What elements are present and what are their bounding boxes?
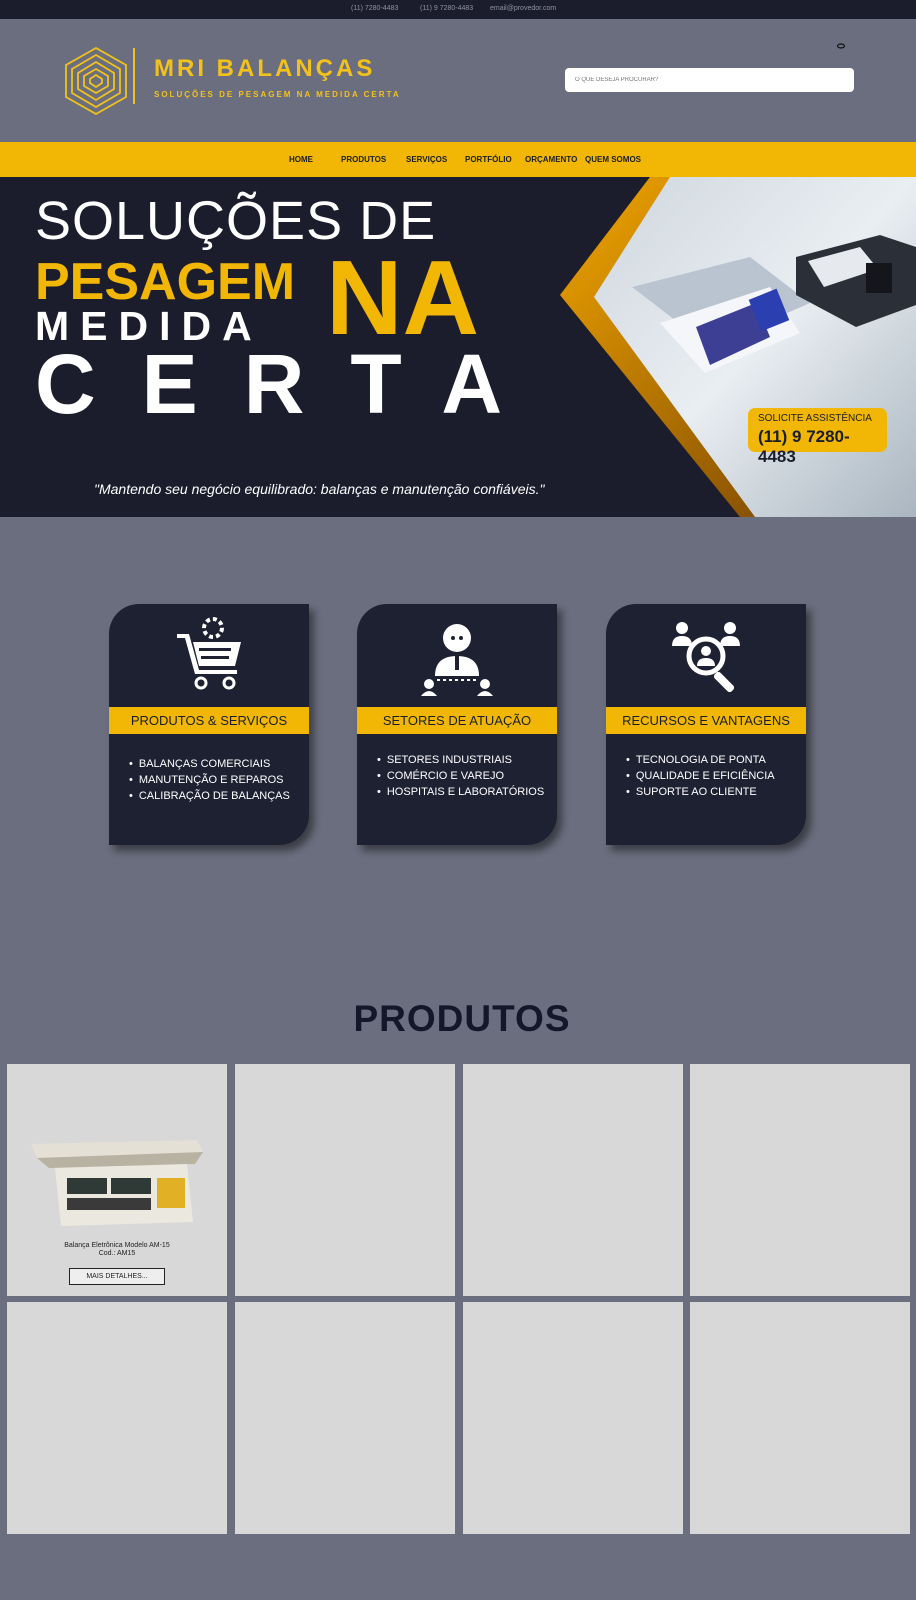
assistance-cta[interactable]: SOLICITE ASSISTÊNCIA (11) 9 7280-4483 — [748, 408, 887, 466]
nav-item-quem-somos[interactable]: QUEM SOMOS — [585, 155, 641, 164]
feature-card-recursos[interactable]: RECURSOS E VANTAGENS TECNOLOGIA DE PONTA… — [606, 604, 806, 845]
top-contact-bar: (11) 7280-4483 (11) 9 7280-4483 email@pr… — [0, 0, 916, 19]
product-card[interactable] — [690, 1302, 910, 1534]
card-title: SETORES DE ATUAÇÃO — [357, 707, 557, 734]
feature-card-produtos-servicos[interactable]: PRODUTOS & SERVIÇOS BALANÇAS COMERCIAIS … — [109, 604, 309, 845]
hero-quote: "Mantendo seu negócio equilibrado: balan… — [94, 481, 545, 497]
list-item: QUALIDADE E EFICIÊNCIA — [626, 770, 775, 786]
main-nav: HOME PRODUTOS SERVIÇOS PORTFÓLIO ORÇAMEN… — [0, 142, 916, 177]
product-card[interactable] — [235, 1064, 455, 1296]
search-input[interactable] — [565, 68, 854, 92]
nav-item-produtos[interactable]: PRODUTOS — [341, 155, 386, 164]
card-list: SETORES INDUSTRIAIS COMÉRCIO E VAREJO HO… — [377, 754, 544, 802]
cart-gear-icon — [169, 616, 249, 701]
product-scale-image — [27, 1134, 207, 1239]
products-section-title: PRODUTOS — [353, 998, 571, 1039]
brand-tagline: SOLUÇÕES DE PESAGEM NA MEDIDA CERTA — [154, 90, 401, 99]
assistance-phone: (11) 9 7280-4483 — [758, 427, 850, 466]
list-item: MANUTENÇÃO E REPAROS — [129, 774, 290, 790]
businessman-network-icon — [417, 616, 497, 701]
product-card[interactable] — [463, 1064, 683, 1296]
topbar-phone-2[interactable]: (11) 9 7280-4483 — [420, 5, 473, 12]
list-item: BALANÇAS COMERCIAIS — [129, 758, 290, 774]
list-item: SETORES INDUSTRIAIS — [377, 754, 544, 770]
card-title: RECURSOS E VANTAGENS — [606, 707, 806, 734]
topbar-email[interactable]: email@provedor.com — [490, 5, 556, 12]
product-card[interactable] — [690, 1064, 910, 1296]
nav-item-servicos[interactable]: SERVIÇOS — [406, 155, 447, 164]
nav-item-orcamento[interactable]: ORÇAMENTO — [525, 155, 577, 164]
product-name: Balança Eletrônica Modelo AM-15 — [64, 1242, 170, 1249]
nav-item-home[interactable]: HOME — [289, 155, 313, 164]
list-item: SUPORTE AO CLIENTE — [626, 786, 775, 802]
product-code: Cod.: AM15 — [98, 1250, 136, 1257]
product-card[interactable] — [7, 1302, 227, 1534]
product-details-button[interactable]: MAIS DETALHES... — [69, 1268, 165, 1285]
card-list: TECNOLOGIA DE PONTA QUALIDADE E EFICIÊNC… — [626, 754, 775, 802]
list-item: CALIBRAÇÃO DE BALANÇAS — [129, 790, 290, 806]
product-card[interactable] — [463, 1302, 683, 1534]
list-item: TECNOLOGIA DE PONTA — [626, 754, 775, 770]
feature-card-setores[interactable]: SETORES DE ATUAÇÃO SETORES INDUSTRIAIS C… — [357, 604, 557, 845]
site-header: MRI BALANÇAS SOLUÇÕES DE PESAGEM NA MEDI… — [0, 19, 916, 142]
brand-logo-icon[interactable] — [64, 46, 135, 121]
hero-headline-na: NA — [326, 239, 480, 357]
topbar-phone-1[interactable]: (11) 7280-4483 — [351, 5, 398, 12]
product-card[interactable] — [235, 1302, 455, 1534]
assistance-label: SOLICITE ASSISTÊNCIA — [758, 413, 872, 424]
brand-name: MRI BALANÇAS — [154, 55, 376, 82]
list-item: COMÉRCIO E VAREJO — [377, 770, 544, 786]
hero-headline-4: CERTA — [35, 337, 549, 431]
list-item: HOSPITAIS E LABORATÓRIOS — [377, 786, 544, 802]
product-card[interactable]: Balança Eletrônica Modelo AM-15 Cod.: AM… — [7, 1064, 227, 1296]
hero-banner: SOLUÇÕES DE PESAGEM MEDIDA NA CERTA SOLI… — [0, 177, 916, 517]
nav-item-portfolio[interactable]: PORTFÓLIO — [465, 155, 512, 164]
card-title: PRODUTOS & SERVIÇOS — [109, 707, 309, 734]
account-icon[interactable] — [836, 36, 846, 54]
people-magnifier-icon — [666, 616, 746, 701]
card-list: BALANÇAS COMERCIAIS MANUTENÇÃO E REPAROS… — [129, 758, 290, 806]
